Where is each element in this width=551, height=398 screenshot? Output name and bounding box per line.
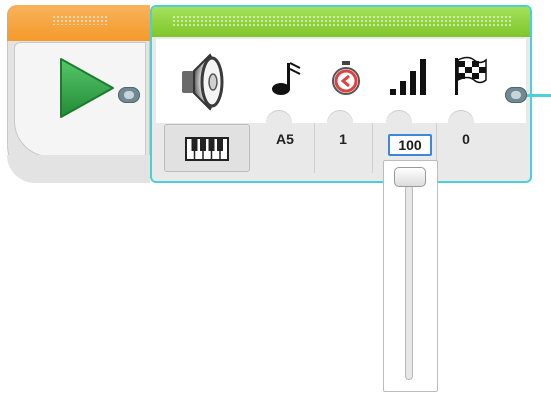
parameter-panel: A5 1 0 bbox=[256, 110, 500, 173]
sound-block[interactable]: A5 1 0 100 bbox=[150, 5, 532, 183]
volume-bars-icon bbox=[390, 59, 426, 95]
note-icon bbox=[272, 62, 301, 95]
start-block-base bbox=[7, 155, 150, 183]
play-icon[interactable] bbox=[57, 55, 117, 121]
timer-icon bbox=[332, 61, 360, 95]
piano-keys-icon bbox=[185, 137, 229, 161]
duration-value[interactable]: 1 bbox=[314, 123, 373, 173]
checkered-flag-icon bbox=[455, 56, 487, 95]
sequence-plug-out-right[interactable] bbox=[505, 87, 527, 103]
slider-track[interactable] bbox=[405, 185, 413, 380]
volume-input[interactable]: 100 bbox=[388, 134, 432, 156]
sequence-wire bbox=[527, 94, 551, 97]
start-block-header bbox=[7, 5, 150, 41]
play-type-value[interactable]: 0 bbox=[436, 123, 496, 173]
volume-slider[interactable] bbox=[383, 160, 438, 392]
speaker-icon[interactable] bbox=[180, 51, 228, 113]
note-value[interactable]: A5 bbox=[256, 123, 315, 173]
sound-block-header bbox=[152, 7, 530, 37]
note-picker-button[interactable] bbox=[164, 124, 250, 172]
sequence-plug-out[interactable] bbox=[118, 87, 140, 103]
slider-thumb[interactable] bbox=[394, 167, 426, 187]
